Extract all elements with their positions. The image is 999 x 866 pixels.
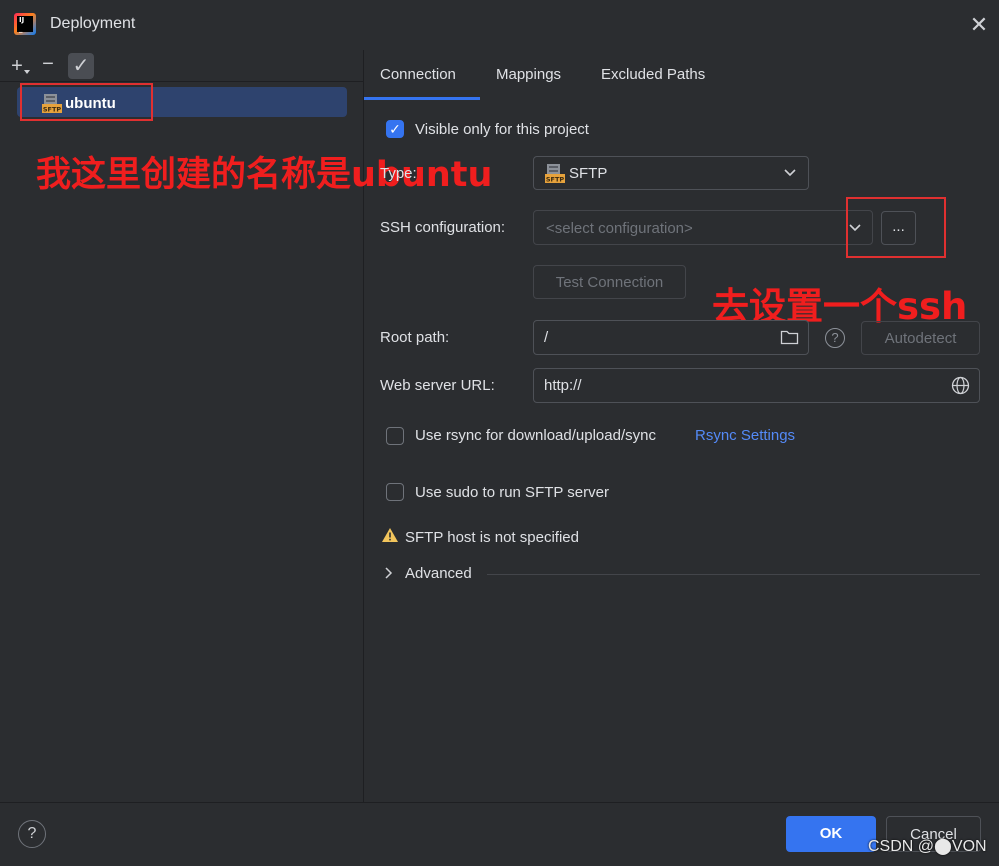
tab-connection[interactable]: Connection <box>380 66 456 83</box>
tab-mappings[interactable]: Mappings <box>496 66 561 83</box>
ssh-config-label: SSH configuration: <box>380 219 506 236</box>
use-sudo-label: Use sudo to run SFTP server <box>415 484 609 501</box>
visible-only-checkbox[interactable]: ✓ <box>386 120 404 138</box>
rsync-settings-link[interactable]: Rsync Settings <box>695 427 795 444</box>
use-rsync-label: Use rsync for download/upload/sync <box>415 427 656 444</box>
add-dropdown-icon <box>24 70 30 74</box>
add-server-button[interactable]: + <box>4 53 30 79</box>
title-bar <box>0 0 999 50</box>
globe-icon[interactable] <box>951 376 970 395</box>
annotation-text-name: 我这里创建的名称是ubuntu <box>36 155 493 195</box>
close-icon[interactable]: ✕ <box>966 12 992 38</box>
help-circle-icon[interactable]: ? <box>825 328 845 348</box>
set-default-button[interactable]: ✓ <box>68 53 94 79</box>
use-sudo-checkbox[interactable] <box>386 483 404 501</box>
svg-text:SFTP: SFTP <box>546 176 565 184</box>
warning-text: SFTP host is not specified <box>405 529 579 546</box>
test-connection-button[interactable]: Test Connection <box>533 265 686 299</box>
use-rsync-checkbox[interactable] <box>386 427 404 445</box>
type-label: Type: <box>380 165 417 182</box>
chevron-down-icon <box>784 169 796 177</box>
advanced-section-toggle[interactable]: Advanced <box>405 565 472 582</box>
type-value: SFTP <box>569 165 608 182</box>
ssh-config-placeholder: <select configuration> <box>546 220 693 237</box>
advanced-divider <box>487 574 980 575</box>
root-path-label: Root path: <box>380 329 450 346</box>
help-button[interactable]: ? <box>18 820 46 848</box>
visible-only-label: Visible only for this project <box>415 121 589 138</box>
root-path-value: / <box>544 329 549 346</box>
active-tab-indicator <box>364 97 480 100</box>
annotation-highlight-box <box>20 83 153 121</box>
remove-server-button[interactable]: − <box>35 51 61 77</box>
tab-excluded-paths[interactable]: Excluded Paths <box>601 66 705 83</box>
chevron-right-icon[interactable] <box>384 567 394 579</box>
web-server-url-label: Web server URL: <box>380 377 495 394</box>
web-server-url-value: http:// <box>544 377 582 394</box>
web-server-url-input[interactable] <box>533 368 980 403</box>
watermark: CSDN @⬤VON <box>868 838 987 855</box>
warning-icon <box>382 528 398 542</box>
intellij-app-icon: IJ _ <box>14 13 36 35</box>
folder-icon[interactable] <box>780 329 799 345</box>
sftp-type-icon: SFTP <box>545 164 565 184</box>
root-path-input[interactable] <box>533 320 809 355</box>
annotation-highlight-box <box>846 197 946 258</box>
autodetect-button[interactable]: Autodetect <box>861 321 980 355</box>
ok-button[interactable]: OK <box>786 816 876 852</box>
divider <box>0 81 363 82</box>
window-title: Deployment <box>50 15 136 32</box>
